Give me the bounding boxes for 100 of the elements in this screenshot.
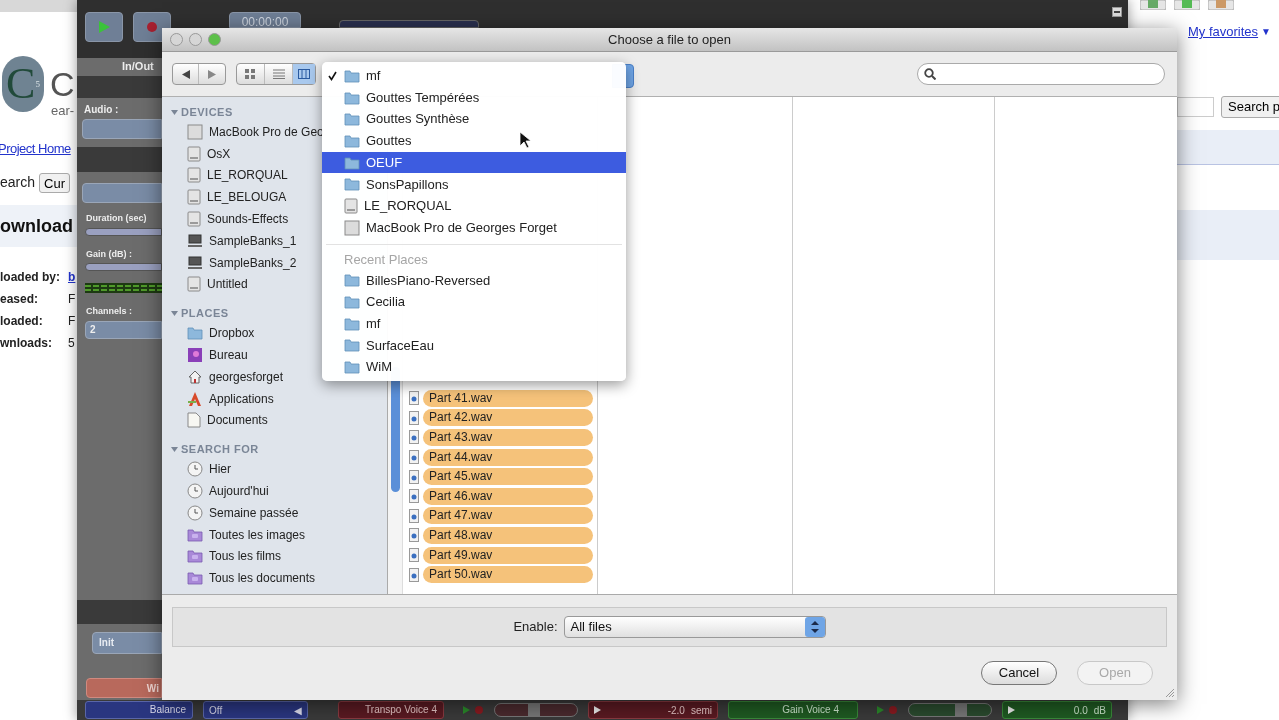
voice-slider[interactable] bbox=[908, 703, 992, 717]
disclosure-triangle[interactable] bbox=[171, 445, 178, 453]
search-input[interactable] bbox=[1177, 97, 1214, 117]
file-item[interactable]: Part 41.wav bbox=[423, 389, 593, 407]
file-item[interactable]: Part 50.wav bbox=[423, 566, 593, 584]
search-scope-button[interactable]: Cur bbox=[39, 172, 70, 193]
menu-item[interactable]: Cecilia bbox=[322, 291, 626, 313]
sidebar-item[interactable]: Documents bbox=[171, 409, 387, 432]
file-item[interactable]: Part 49.wav bbox=[423, 546, 593, 564]
dialog-button[interactable]: Cancel bbox=[981, 661, 1057, 685]
audio-file-icon bbox=[409, 508, 419, 523]
minimize-button[interactable] bbox=[189, 33, 202, 46]
maximize-icon[interactable] bbox=[1112, 7, 1122, 17]
sidebar-item[interactable]: Tous les documents bbox=[171, 567, 387, 590]
tab-label: In/Out bbox=[121, 59, 155, 74]
detail-label: eased: bbox=[0, 291, 40, 308]
balance-dropdown[interactable]: Off ◀ bbox=[203, 701, 308, 719]
toolbar-icon[interactable] bbox=[1208, 0, 1234, 10]
document-icon bbox=[187, 412, 201, 429]
zoom-button[interactable] bbox=[208, 33, 221, 46]
file-item[interactable]: Part 42.wav bbox=[423, 409, 593, 427]
navigation-control[interactable] bbox=[172, 63, 226, 85]
resize-grip[interactable] bbox=[1164, 687, 1174, 697]
sidebar-item[interactable]: Toutes les images bbox=[171, 523, 387, 546]
slider-thumb[interactable] bbox=[955, 704, 968, 716]
audio-file-icon bbox=[409, 469, 419, 484]
audio-file-icon bbox=[409, 450, 419, 465]
voice-slider[interactable] bbox=[494, 703, 578, 717]
folder-icon bbox=[344, 90, 360, 105]
close-button[interactable] bbox=[170, 33, 183, 46]
detail-value: F bbox=[68, 313, 76, 330]
transpo-label: Transpo Voice 4 bbox=[338, 701, 444, 719]
value-text: 0.0 bbox=[1073, 703, 1088, 718]
play-record-icons[interactable] bbox=[462, 705, 484, 715]
list-icon bbox=[272, 69, 285, 79]
menu-item[interactable]: OEUF bbox=[322, 151, 626, 174]
search-label: earch bbox=[0, 173, 36, 192]
toolbar-icon[interactable] bbox=[1140, 0, 1166, 10]
menu-item[interactable]: mf bbox=[322, 312, 626, 335]
menu-item[interactable]: Gouttes bbox=[322, 130, 626, 152]
section-heading: DEVICES bbox=[181, 104, 233, 120]
view-switcher[interactable] bbox=[236, 63, 316, 85]
folder-icon bbox=[344, 155, 360, 170]
disclosure-triangle[interactable] bbox=[171, 309, 178, 317]
column-view-button[interactable] bbox=[293, 64, 315, 84]
toolbar-icon[interactable] bbox=[1174, 0, 1200, 10]
folder-icon bbox=[187, 326, 203, 341]
value-text: -2.0 bbox=[667, 703, 685, 718]
output-field[interactable] bbox=[82, 183, 162, 203]
play-button[interactable] bbox=[85, 12, 123, 42]
record-button[interactable] bbox=[133, 12, 171, 42]
gain-label: Gain (dB) : bbox=[85, 247, 133, 261]
section-heading: PLACES bbox=[181, 306, 229, 322]
folder-icon bbox=[187, 527, 203, 542]
dropdown-arrow: ▼ bbox=[1261, 25, 1271, 40]
sidebar-item[interactable]: Semaine passée bbox=[171, 501, 387, 524]
duration-label: Duration (sec) bbox=[85, 212, 148, 225]
disclosure-triangle[interactable] bbox=[171, 108, 178, 116]
dropdown-arrow: ◀ bbox=[294, 703, 302, 718]
menu-item[interactable]: MacBook Pro de Georges Forget bbox=[322, 216, 626, 239]
file-item[interactable]: Part 47.wav bbox=[423, 507, 593, 525]
menu-item[interactable]: BillesPiano-Reversed bbox=[322, 269, 626, 292]
sidebar-item[interactable]: Applications bbox=[171, 387, 387, 410]
drive-icon bbox=[187, 211, 201, 228]
dropdown-value: Off bbox=[209, 703, 223, 718]
audio-field[interactable] bbox=[82, 119, 162, 139]
sidebar-item[interactable]: Aujourd'hui bbox=[171, 480, 387, 502]
menu-item[interactable]: Gouttes Tempérées bbox=[322, 86, 626, 109]
folder-icon bbox=[344, 68, 360, 83]
file-item[interactable]: Part 44.wav bbox=[423, 448, 593, 466]
play-record-icons[interactable] bbox=[876, 705, 898, 715]
menu-item[interactable]: SonsPapillons bbox=[322, 173, 626, 196]
slider-thumb[interactable] bbox=[527, 704, 540, 716]
file-item[interactable]: Part 46.wav bbox=[423, 487, 593, 505]
folder-icon bbox=[344, 295, 360, 310]
file-type-dropdown[interactable]: All files bbox=[563, 616, 826, 638]
stepper-icon bbox=[804, 617, 825, 637]
detail-link[interactable]: b bbox=[68, 268, 76, 286]
menu-item[interactable]: WiM bbox=[322, 356, 626, 378]
menu-item[interactable]: Gouttes Synthèse bbox=[322, 108, 626, 131]
search-field[interactable] bbox=[917, 63, 1165, 85]
balance-button[interactable]: Balance bbox=[85, 701, 193, 719]
menu-item[interactable]: LE_RORQUAL bbox=[322, 195, 626, 217]
page-heading: ownload bbox=[0, 216, 73, 236]
sidebar-item[interactable]: Tous les films bbox=[171, 545, 387, 568]
file-item[interactable]: Part 45.wav bbox=[423, 468, 593, 486]
gain-value-field[interactable]: 0.0 dB bbox=[1002, 701, 1112, 719]
search-projects-button[interactable]: Search p bbox=[1221, 96, 1279, 118]
folder-icon bbox=[187, 571, 203, 586]
play-icon bbox=[594, 706, 601, 714]
sidebar-item[interactable]: Hier bbox=[171, 458, 387, 481]
detail-label: loaded by: bbox=[0, 269, 61, 286]
file-item[interactable]: Part 43.wav bbox=[423, 429, 593, 446]
folder-icon bbox=[344, 112, 360, 127]
menu-item[interactable]: SurfaceEau bbox=[322, 334, 626, 357]
file-item[interactable]: Part 48.wav bbox=[423, 526, 593, 544]
laptop-icon bbox=[187, 123, 203, 140]
menu-item[interactable]: mf bbox=[322, 65, 626, 87]
transpo-value-field[interactable]: -2.0 semi bbox=[588, 701, 718, 719]
favorites-link[interactable]: My favorites bbox=[1188, 22, 1259, 42]
